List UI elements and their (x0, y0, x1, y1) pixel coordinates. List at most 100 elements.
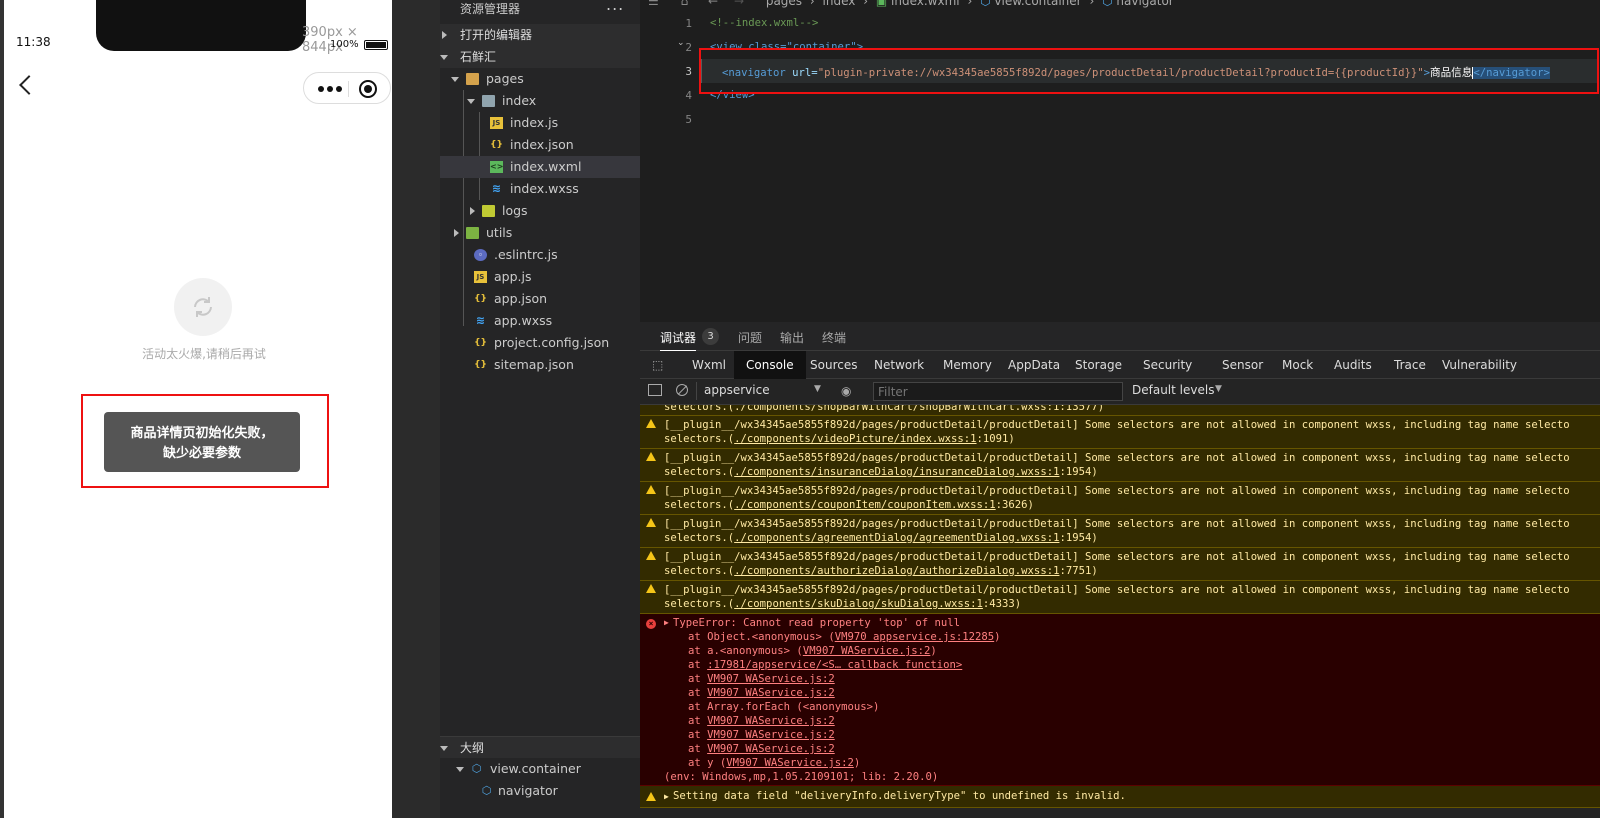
eslint-file-icon: ◦ (474, 249, 487, 261)
tree-item-app-wxss[interactable]: ≋ app.wxss (440, 310, 640, 332)
tree-item-project-config[interactable]: {} project.config.json (440, 332, 640, 354)
nav-back-icon[interactable]: ← (708, 0, 718, 8)
tree-item-utils[interactable]: utils (440, 222, 640, 244)
section-project-label: 石鲜汇 (460, 50, 497, 64)
tab-sources[interactable]: Sources (802, 351, 865, 379)
panel-tabs: ⬚ Wxml Console Sources Network Memory Ap… (640, 351, 1600, 379)
tree-item-index-json[interactable]: {} index.json (440, 134, 640, 156)
crumb-file[interactable]: index.wxml (891, 0, 960, 8)
wxml-file-icon: ▣ (875, 0, 888, 8)
stack-link[interactable]: VM907 WAService.js:2 (707, 729, 835, 741)
back-arrow-icon[interactable] (19, 75, 39, 95)
tab-audits[interactable]: Audits (1326, 351, 1380, 379)
explorer-title: 资源管理器 (460, 2, 521, 16)
folder-icon (466, 73, 479, 85)
tab-output[interactable]: 输出 (780, 329, 804, 346)
log-warning: [__plugin__/wx34345ae5855f892d/pages/pro… (640, 548, 1600, 581)
tab-debugger[interactable]: 调试器 (660, 329, 697, 351)
tree-item-index-wxss[interactable]: ≋ index.wxss (440, 178, 640, 200)
source-link[interactable]: ./components/agreementDialog/agreementDi… (734, 532, 1059, 544)
expand-arrow-icon[interactable]: ▶ (664, 618, 669, 627)
crumb-index[interactable]: index (823, 0, 856, 8)
source-link[interactable]: ./components/skuDialog/skuDialog.wxss:1 (734, 598, 983, 610)
tree-item-pages[interactable]: pages (440, 68, 640, 90)
stack-link[interactable]: VM907 WAService.js:2 (726, 757, 854, 769)
more-dots-icon[interactable] (318, 86, 342, 92)
levels-select[interactable]: Default levels (1132, 383, 1214, 397)
crumb-navigator[interactable]: navigator (1116, 0, 1173, 8)
wxss-file-icon: ≋ (491, 182, 502, 195)
tree-item-index-folder[interactable]: index (440, 90, 640, 112)
zoom-level: 100% (330, 39, 359, 50)
tab-storage[interactable]: Storage (1067, 351, 1130, 379)
tab-terminal[interactable]: 终端 (822, 329, 846, 346)
json-file-icon: {} (490, 140, 503, 150)
nav-forward-icon[interactable]: → (734, 0, 744, 8)
tab-problems[interactable]: 问题 (738, 329, 762, 346)
close-target-icon[interactable] (359, 80, 377, 98)
stack-link[interactable]: VM970 appservice.js:12285 (835, 631, 994, 643)
section-project[interactable]: 石鲜汇 (440, 46, 640, 68)
tab-sensor[interactable]: Sensor (1214, 351, 1271, 379)
error-toast: 商品详情页初始化失败， 缺少必要参数 (104, 412, 300, 472)
folder-icon (482, 205, 495, 217)
crumb-view[interactable]: view.container (994, 0, 1081, 8)
refresh-icon[interactable] (174, 278, 232, 336)
tree-item-sitemap[interactable]: {} sitemap.json (440, 354, 640, 376)
cube-icon: ⬡ (481, 784, 492, 797)
outline-item-view-container[interactable]: ⬡ view.container (440, 758, 640, 780)
log-warning: [__plugin__/wx34345ae5855f892d/pages/pro… (640, 482, 1600, 515)
outline-item-navigator[interactable]: ⬡ navigator (440, 780, 640, 802)
cube-icon: ⬡ (1102, 0, 1113, 8)
tab-wxml[interactable]: Wxml (684, 351, 734, 379)
more-icon[interactable]: ... (606, 0, 624, 14)
inspect-icon[interactable]: ⬚ (644, 351, 671, 379)
error-icon: × (646, 619, 656, 629)
console-log[interactable]: selectors.(./components/shopBarWithCart/… (640, 405, 1600, 818)
source-link[interactable]: ./components/couponItem/couponItem.wxss:… (734, 499, 996, 511)
stack-link[interactable]: :17981/appservice/<S… callback function> (707, 659, 962, 671)
sidebar-toggle-icon[interactable] (648, 384, 662, 396)
chevron-down-icon: ▼ (814, 384, 821, 394)
warning-icon (646, 584, 656, 593)
source-link[interactable]: ./components/videoPicture/index.wxss:1 (734, 433, 976, 445)
tab-network[interactable]: Network (866, 351, 932, 379)
stack-link[interactable]: VM907 WAService.js:2 (707, 715, 835, 727)
line-number: 3 (685, 65, 692, 78)
stack-link[interactable]: VM907 WAService.js:2 (707, 673, 835, 685)
tree-item-logs[interactable]: logs (440, 200, 640, 222)
tab-security[interactable]: Security (1135, 351, 1200, 379)
source-link[interactable]: ./components/insuranceDialog/insuranceDi… (734, 466, 1059, 478)
stack-link[interactable]: VM907 WAService.js:2 (707, 687, 835, 699)
section-outline[interactable]: 大纲 (440, 736, 640, 758)
stack-link[interactable]: VM907 WAService.js:2 (707, 743, 835, 755)
tab-memory[interactable]: Memory (935, 351, 1000, 379)
tree-item-index-wxml[interactable]: <> index.wxml (440, 156, 640, 178)
crumb-pages[interactable]: pages (766, 0, 802, 8)
tree-item-app-js[interactable]: JS app.js (440, 266, 640, 288)
list-icon: ☰ (648, 0, 659, 8)
fold-icon[interactable]: ⌄ (677, 38, 685, 48)
cube-icon: ⬡ (471, 762, 482, 775)
tab-mock[interactable]: Mock (1274, 351, 1321, 379)
warning-icon (646, 792, 656, 801)
section-open-editors[interactable]: 打开的编辑器 (440, 24, 640, 46)
js-file-icon: JS (474, 271, 487, 283)
console-filter-input[interactable] (873, 382, 1123, 401)
tab-trace[interactable]: Trace (1386, 351, 1434, 379)
tab-appdata[interactable]: AppData (1000, 351, 1068, 379)
code-line-1: <!--index.wxml--> (710, 17, 819, 29)
tree-item-app-json[interactable]: {} app.json (440, 288, 640, 310)
simulator-panel: 11:38 390px × 844px 100% 活动太火爆,请稍后再试 商品详… (0, 0, 392, 818)
json-file-icon: {} (474, 294, 487, 304)
tab-vulnerability[interactable]: Vulnerability (1434, 351, 1525, 379)
eye-icon[interactable]: ◉ (841, 384, 851, 398)
tree-item-index-js[interactable]: JS index.js (440, 112, 640, 134)
json-file-icon: {} (474, 338, 487, 348)
section-outline-label: 大纲 (460, 741, 485, 755)
tree-item-eslintrc[interactable]: ◦ .eslintrc.js (440, 244, 640, 266)
tab-console[interactable]: Console (734, 351, 806, 379)
expand-arrow-icon[interactable]: ▶ (664, 792, 669, 801)
source-link[interactable]: ./components/authorizeDialog/authorizeDi… (734, 565, 1059, 577)
stack-link[interactable]: VM907 WAService.js:2 (803, 645, 931, 657)
